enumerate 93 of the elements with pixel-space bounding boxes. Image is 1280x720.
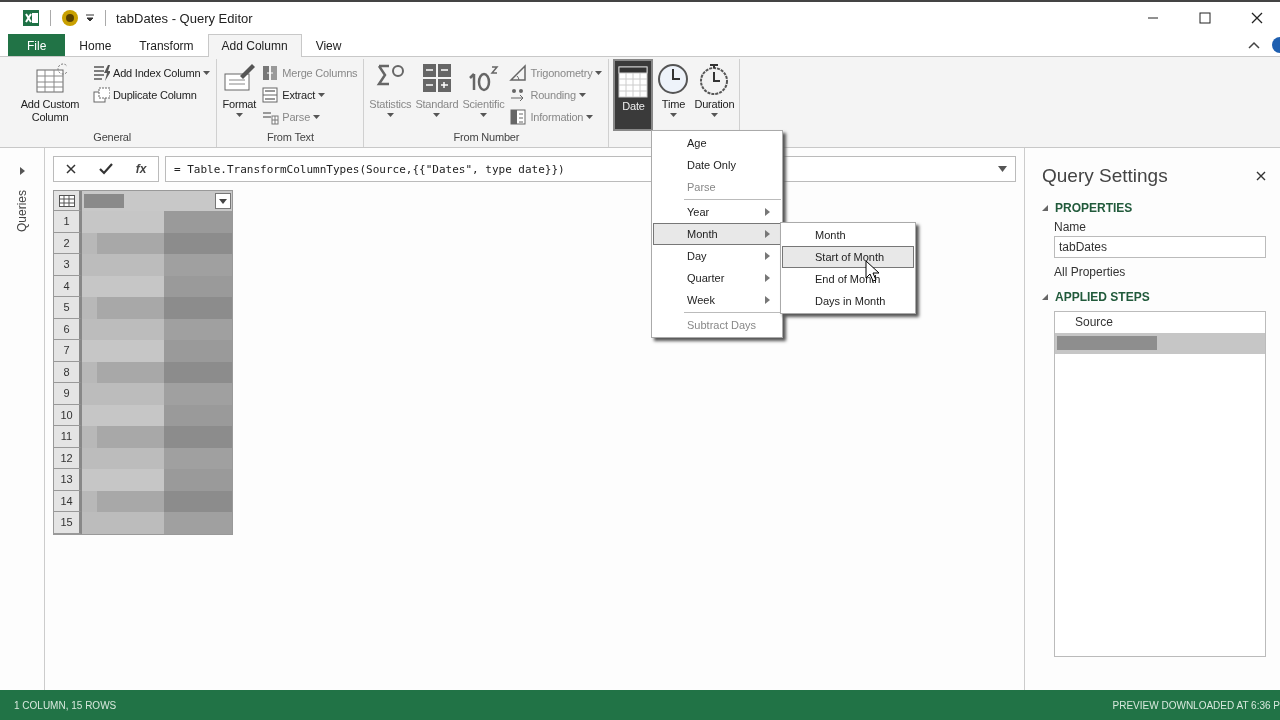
file-tab[interactable]: File [8,34,66,56]
menu-item[interactable]: Month [782,224,914,246]
status-text: PREVIEW DOWNLOADED AT 6:36 P [1112,699,1280,711]
column-header[interactable] [82,191,232,211]
ribbon-button[interactable]: Time [655,59,692,131]
row-number: 2 [54,232,82,254]
ribbon-button[interactable]: Date [613,59,654,131]
caret-icon [433,113,441,117]
row-number: 11 [54,426,82,448]
menu-item[interactable]: Week [653,289,781,311]
ribbon-tab[interactable]: View [301,34,356,56]
ribbon-button[interactable]: Duplicate Column [90,84,213,106]
table-star-icon [33,62,67,96]
applied-step[interactable]: Source [1055,312,1265,333]
menu-item[interactable]: Month [653,223,781,245]
list-lightning-icon [92,64,110,82]
check-icon[interactable] [98,163,113,175]
caret-icon [479,113,487,117]
row-number: 4 [54,275,82,297]
expanded-triangle-icon[interactable] [1042,205,1048,211]
row-number: 12 [54,447,82,469]
name-field[interactable]: tabDates [1054,236,1266,258]
ribbon-button[interactable]: Extract [259,84,360,106]
row-number: 3 [54,254,82,276]
help-icon[interactable] [1270,37,1280,53]
close-icon[interactable] [1256,171,1266,181]
expand-caret-icon[interactable] [998,166,1007,172]
row-number: 15 [54,512,82,534]
blurred-header-name [84,194,124,208]
merge-columns-icon [261,64,280,82]
ribbon-tab[interactable]: Add Column [207,34,302,57]
info-grid-icon [509,108,528,126]
triangle-icon [509,64,528,82]
row-number: 7 [54,340,82,362]
section-heading: PROPERTIES [1055,201,1133,215]
filter-dropdown-icon[interactable] [215,193,231,209]
row-number: 13 [54,469,82,491]
expanded-triangle-icon[interactable] [1042,294,1048,300]
row-number: 10 [54,404,82,426]
menu-item[interactable]: Day [653,245,781,267]
ribbon-tab[interactable]: Transform [125,34,208,56]
status-text: 1 COLUMN, 15 ROWS [14,699,117,711]
caret-icon [578,93,586,97]
caret-icon [313,115,321,119]
submenu-arrow-icon [765,296,770,304]
row-number: 9 [54,383,82,405]
submenu-arrow-icon [765,230,770,238]
window-title: tabDates - Query Editor [116,10,253,26]
expand-pane-icon[interactable] [18,166,26,176]
row-number: 8 [54,361,82,383]
ribbon-button[interactable]: Format [221,59,258,131]
menu-item[interactable]: Start of Month [782,246,914,268]
ribbon-tab[interactable]: Home [65,34,126,56]
queries-pane-label[interactable]: Queries [15,190,29,233]
field-label: Name [1054,220,1087,234]
all-properties-link[interactable]: All Properties [1054,265,1266,279]
row-number: 6 [54,318,82,340]
caret-icon [203,71,211,75]
menu-item[interactable]: Date Only [653,154,781,176]
customize-caret-icon[interactable] [85,13,95,23]
submenu-arrow-icon [765,252,770,260]
caret-icon [710,113,718,117]
row-number: 1 [54,211,82,233]
calendar-icon [616,64,651,98]
row-number: 5 [54,297,82,319]
caret-icon [669,113,677,117]
caret-icon [586,115,594,119]
ribbon-button[interactable]: Add Custom Column [12,59,88,131]
collapse-ribbon-icon[interactable] [1248,41,1260,49]
group-label: From Text [265,131,315,145]
cancel-icon[interactable] [65,164,76,174]
submenu-arrow-icon [765,208,770,216]
group-label: From Number [452,131,521,145]
duplicate-icon [92,86,110,104]
clock-icon [656,62,691,96]
row-number: 14 [54,490,82,512]
pane-title: Query Settings [1042,165,1168,187]
spreadsheet-app-icon [22,9,40,27]
caret-icon [318,93,326,97]
ribbon-button[interactable]: Duration [693,59,736,131]
caret-icon [386,113,394,117]
split-box-icon [261,86,280,104]
submenu-arrow-icon [765,274,770,282]
menu-item[interactable]: Days in Month [782,290,914,312]
caret-icon [235,113,243,117]
section-heading: APPLIED STEPS [1055,290,1150,304]
fx-button[interactable]: fx [135,162,147,176]
menu-item[interactable]: Age [653,132,781,154]
group-label: General [92,131,132,145]
ribbon-button[interactable]: Add Index Column [90,62,213,84]
caret-icon [595,71,603,75]
menu-item[interactable]: Quarter [653,267,781,289]
table-icon [58,194,75,207]
